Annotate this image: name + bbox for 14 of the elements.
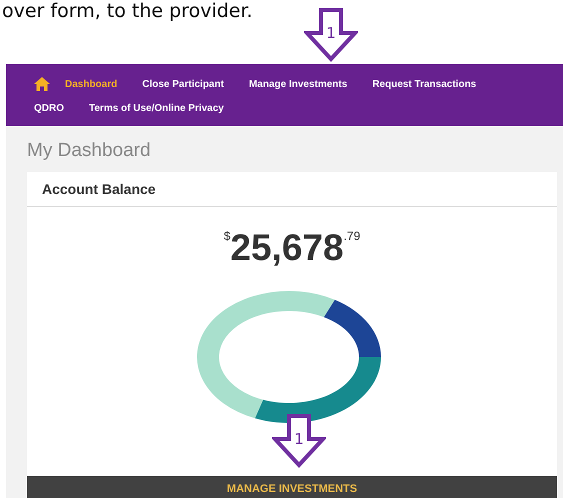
- nav-link[interactable]: Terms of Use/Online Privacy: [89, 102, 224, 114]
- manage-investments-button[interactable]: MANAGE INVESTMENTS: [27, 476, 557, 498]
- nav-link[interactable]: Request Transactions: [372, 78, 476, 90]
- callout-arrow: 1: [272, 414, 326, 468]
- nav-link[interactable]: QDRO: [34, 102, 64, 114]
- card-title: Account Balance: [27, 172, 557, 207]
- nav-link[interactable]: Dashboard: [65, 78, 118, 90]
- home-icon[interactable]: [34, 77, 50, 91]
- callout-arrow: 1: [304, 8, 358, 62]
- balance-amount: $^{$}$25,678$^{.79}$: [222, 227, 362, 269]
- nav-link[interactable]: Manage Investments: [248, 78, 348, 90]
- nav-link[interactable]: Close Participant: [142, 78, 224, 90]
- page-title: My Dashboard: [27, 140, 152, 163]
- document-text: over form, to the provider.: [2, 0, 254, 24]
